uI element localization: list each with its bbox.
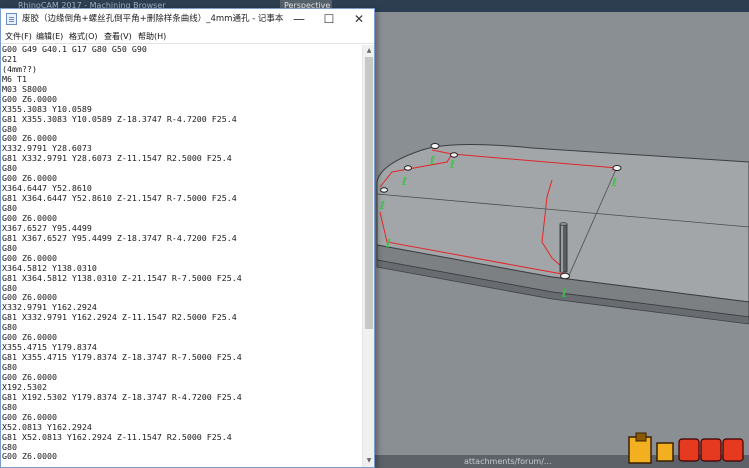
code-line: G00 G49 G40.1 G17 G80 G50 G90 <box>2 45 147 54</box>
code-line: G81 X355.3083 Y10.0589 Z-18.3747 R-4.720… <box>2 113 237 124</box>
cutting-tool <box>559 222 568 273</box>
code-line: (4mm??) <box>2 63 37 74</box>
minimize-button[interactable]: — <box>284 9 314 29</box>
scroll-thumb[interactable] <box>365 57 373 329</box>
code-line: G81 X52.0813 Y162.2924 Z-11.1547 R2.5000… <box>2 431 232 442</box>
svg-text:ℓ: ℓ <box>379 199 385 212</box>
menu-bar: 文件(F) 编辑(E) 格式(O) 查看(V) 帮助(H) <box>1 29 374 44</box>
menu-edit[interactable]: 编辑(E) <box>36 29 63 44</box>
notepad-icon <box>6 13 17 25</box>
svg-text:ℓ: ℓ <box>401 175 407 188</box>
svg-text:ℓ: ℓ <box>611 176 617 189</box>
notepad-window[interactable]: 废胶（边缘倒角+螺丝孔倒平角+删除样条曲线）_4mm通孔 - 记事本 — ☐ ✕… <box>0 8 375 468</box>
code-line: G81 X364.5812 Y138.0310 Z-21.1547 R-7.50… <box>2 272 242 283</box>
svg-text:ℓ: ℓ <box>561 287 567 300</box>
status-strip-text: attachments/forum/... <box>464 457 552 466</box>
3d-viewport[interactable]: ℓ ℓ ℓ ℓ ℓ ℓ ℓ <box>372 12 749 468</box>
window-title: 废胶（边缘倒角+螺丝孔倒平角+删除样条曲线）_4mm通孔 - 记事本 <box>22 14 284 24</box>
notepad-titlebar[interactable]: 废胶（边缘倒角+螺丝孔倒平角+删除样条曲线）_4mm通孔 - 记事本 — ☐ ✕ <box>1 9 374 29</box>
code-line: G81 X192.5302 Y179.8374 Z-18.3747 R-4.72… <box>2 391 242 402</box>
svg-text:ℓ: ℓ <box>429 154 435 167</box>
code-line: G00 Z6.0000 <box>2 451 57 462</box>
code-line: G81 X367.6527 Y95.4499 Z-18.3747 R-4.720… <box>2 232 237 243</box>
menu-help[interactable]: 帮助(H) <box>138 29 166 44</box>
menu-format[interactable]: 格式(O) <box>69 29 98 44</box>
code-line: G81 X332.9791 Y162.2924 Z-11.1547 R2.500… <box>2 312 237 323</box>
menu-file[interactable]: 文件(F) <box>5 29 32 44</box>
code-line: G81 X332.9791 Y28.6073 Z-11.1547 R2.5000… <box>2 153 232 164</box>
vertical-scrollbar[interactable]: ▲ ▼ <box>362 45 374 467</box>
menu-view[interactable]: 查看(V) <box>104 29 132 44</box>
scroll-up-icon[interactable]: ▲ <box>363 45 375 56</box>
watermark-logo <box>628 432 744 464</box>
svg-text:ℓ: ℓ <box>385 237 391 250</box>
code-line: G21 <box>2 53 17 64</box>
code-line: G81 X355.4715 Y179.8374 Z-18.3747 R-7.50… <box>2 352 242 363</box>
text-editor[interactable]: G00 G49 G40.1 G17 G80 G50 G90 G21 (4mm??) M… <box>1 45 362 467</box>
viewport-scene: ℓ ℓ ℓ ℓ ℓ ℓ ℓ <box>376 143 749 325</box>
close-button[interactable]: ✕ <box>344 9 374 29</box>
code-line: G81 X364.6447 Y52.8610 Z-21.1547 R-7.500… <box>2 193 237 204</box>
scroll-down-icon[interactable]: ▼ <box>363 455 375 466</box>
maximize-button[interactable]: ☐ <box>314 9 344 29</box>
svg-text:ℓ: ℓ <box>449 158 455 171</box>
editor-content: G00 G49 G40.1 G17 G80 G50 G90 G21 (4mm??) M… <box>2 45 242 462</box>
